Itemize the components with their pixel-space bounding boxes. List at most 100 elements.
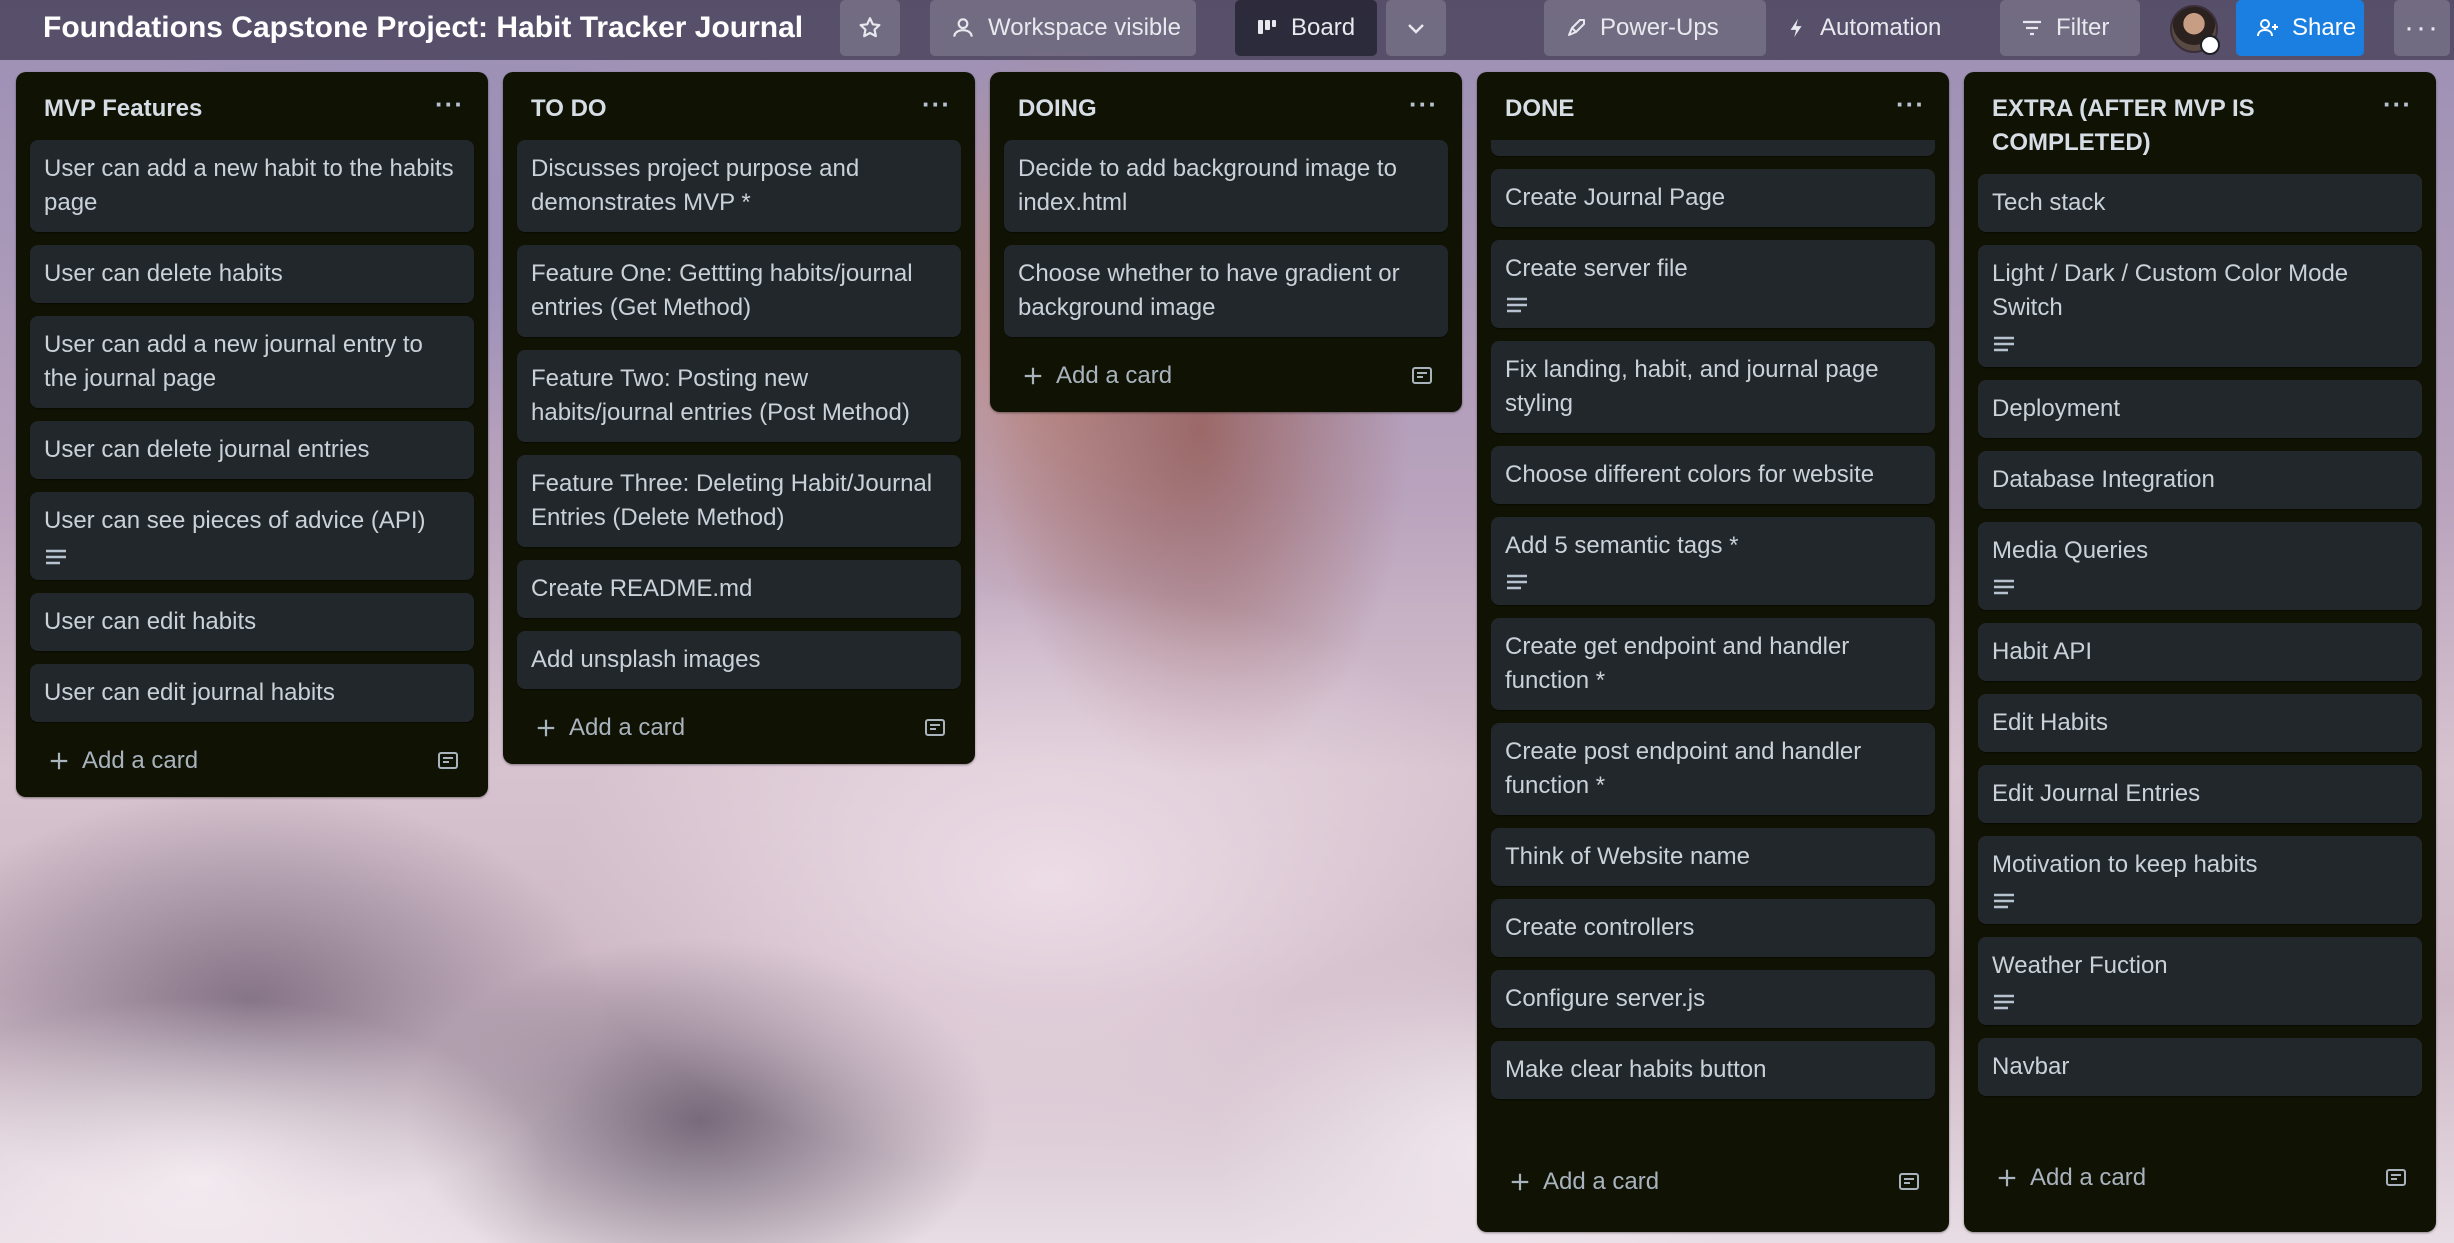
card[interactable]: User can add a new journal entry to the … xyxy=(30,316,474,408)
list-title[interactable]: TO DO xyxy=(531,95,607,122)
views-dropdown-button[interactable] xyxy=(1386,0,1446,56)
create-from-template-icon[interactable] xyxy=(2384,1167,2408,1189)
card[interactable]: Deployment xyxy=(1978,380,2422,438)
card[interactable]: Tech stack xyxy=(1978,174,2422,232)
card[interactable]: Weather Fuction xyxy=(1978,937,2422,1025)
workspace-visibility-button[interactable]: Workspace visible xyxy=(930,0,1196,56)
card[interactable]: Edit Journal Entries xyxy=(1978,765,2422,823)
list-header[interactable]: DONE ··· xyxy=(1491,72,1935,140)
card[interactable]: User can delete habits xyxy=(30,245,474,303)
create-from-template-icon[interactable] xyxy=(1897,1171,1921,1193)
list-menu-icon[interactable]: ··· xyxy=(435,91,464,117)
card-title: Feature Three: Deleting Habit/Journal En… xyxy=(531,470,933,531)
board-icon xyxy=(1258,20,1276,34)
card-title: User can edit journal habits xyxy=(44,679,335,706)
list-to-do[interactable]: TO DO ··· Discusses project purpose and de… xyxy=(503,72,975,764)
plus-icon xyxy=(50,752,68,770)
list-menu-icon[interactable]: ··· xyxy=(1409,91,1438,117)
board-view-button[interactable]: Board xyxy=(1235,0,1377,56)
card[interactable]: User can see pieces of advice (API) xyxy=(30,492,474,580)
list-cards-scroll[interactable]: Tech stack Light / Dark / Custom Color Mo… xyxy=(1978,174,2422,1152)
automation-button[interactable]: Automation xyxy=(1766,0,1966,56)
list-menu-icon[interactable]: ··· xyxy=(1896,91,1925,117)
add-card-button[interactable]: Add a card xyxy=(1996,1164,2146,1192)
card[interactable]: Feature Two: Posting new habits/journal … xyxy=(517,350,961,442)
card[interactable]: Configure server.js xyxy=(1491,970,1935,1028)
add-card-label: Add a card xyxy=(82,747,199,774)
card[interactable]: Create Journal Page xyxy=(1491,169,1935,227)
card[interactable]: Create post endpoint and handler functio… xyxy=(1491,723,1935,815)
card[interactable]: Motivation to keep habits xyxy=(1978,836,2422,924)
card[interactable]: Edit Habits xyxy=(1978,694,2422,752)
card[interactable]: Add 5 semantic tags * xyxy=(1491,517,1935,605)
card[interactable]: Create get endpoint and handler function… xyxy=(1491,618,1935,710)
card[interactable]: User can delete journal entries xyxy=(30,421,474,479)
card[interactable]: Habit API xyxy=(1978,623,2422,681)
list-title[interactable]: MVP Features xyxy=(44,95,202,122)
star-button[interactable] xyxy=(840,0,900,56)
card[interactable]: Media Queries xyxy=(1978,522,2422,610)
filter-icon xyxy=(2023,20,2041,36)
board-view-label: Board xyxy=(1291,14,1356,41)
card[interactable]: Create README.md xyxy=(517,560,961,618)
card[interactable]: Decide to add background image to index.… xyxy=(1004,140,1448,232)
card[interactable]: Fix landing, habit, and journal page sty… xyxy=(1491,341,1935,433)
card[interactable]: Add unsplash images xyxy=(517,631,961,689)
add-card-row: Add a card xyxy=(517,702,961,754)
share-button[interactable]: Share xyxy=(2236,0,2364,56)
card-title: Think of Website name xyxy=(1505,843,1751,870)
list-done[interactable]: DONE ··· Create Habit Tracker Page Create J… xyxy=(1477,72,1949,1232)
list-mvp-features[interactable]: MVP Features ··· User can add a new habit … xyxy=(16,72,488,797)
card-title: Feature One: Gettting habits/journal ent… xyxy=(531,260,913,321)
list-doing[interactable]: DOING ··· Decide to add background image t… xyxy=(990,72,1462,412)
chevron-down-icon xyxy=(1408,24,1424,34)
list-title[interactable]: DOING xyxy=(1018,95,1097,122)
card[interactable]: Light / Dark / Custom Color Mode Switch xyxy=(1978,245,2422,367)
card[interactable]: Choose different colors for website xyxy=(1491,446,1935,504)
list-title[interactable]: DONE xyxy=(1505,95,1574,122)
card[interactable]: Choose whether to have gradient or backg… xyxy=(1004,245,1448,337)
description-icon xyxy=(1507,297,1527,313)
list-header[interactable]: TO DO ··· xyxy=(517,72,961,140)
list-header[interactable]: MVP Features ··· xyxy=(30,72,474,140)
board-title[interactable]: Foundations Capstone Project: Habit Trac… xyxy=(43,11,803,45)
create-from-template-icon[interactable] xyxy=(1410,365,1434,387)
add-card-button[interactable]: Add a card xyxy=(535,714,685,742)
card[interactable]: Create controllers xyxy=(1491,899,1935,957)
list-menu-icon[interactable]: ··· xyxy=(2383,91,2412,117)
card[interactable]: Make clear habits button xyxy=(1491,1041,1935,1099)
card-title: Create get endpoint and handler function… xyxy=(1505,633,1850,694)
board-menu-button[interactable]: ··· xyxy=(2394,0,2450,56)
card-title: Navbar xyxy=(1992,1053,2070,1080)
add-card-button[interactable]: Add a card xyxy=(1509,1168,1659,1196)
card[interactable]: User can add a new habit to the habits p… xyxy=(30,140,474,232)
card[interactable]: Database Integration xyxy=(1978,451,2422,509)
card[interactable]: Discusses project purpose and demonstrat… xyxy=(517,140,961,232)
card[interactable]: Feature Three: Deleting Habit/Journal En… xyxy=(517,455,961,547)
filter-button[interactable]: Filter xyxy=(2000,0,2140,56)
list-extra-after-mvp-is-completed[interactable]: EXTRA (AFTER MVP IS COMPLETED) ··· Tech st… xyxy=(1964,72,2436,1232)
list-header[interactable]: EXTRA (AFTER MVP IS COMPLETED) ··· xyxy=(1978,72,2422,174)
card[interactable]: Create server file xyxy=(1491,240,1935,328)
card[interactable]: Create Habit Tracker Page xyxy=(1491,140,1935,156)
card[interactable]: Feature One: Gettting habits/journal ent… xyxy=(517,245,961,337)
create-from-template-icon[interactable] xyxy=(923,717,947,739)
add-card-button[interactable]: Add a card xyxy=(1022,362,1172,390)
card[interactable]: Think of Website name xyxy=(1491,828,1935,886)
add-card-button[interactable]: Add a card xyxy=(48,747,198,775)
list-menu-icon[interactable]: ··· xyxy=(922,91,951,117)
list-header[interactable]: DOING ··· xyxy=(1004,72,1448,140)
card[interactable]: Navbar xyxy=(1978,1038,2422,1096)
plus-icon xyxy=(1511,1173,1529,1191)
card[interactable]: User can edit habits xyxy=(30,593,474,651)
card-title: User can delete journal entries xyxy=(44,436,370,463)
power-ups-button[interactable]: Power-Ups xyxy=(1544,0,1766,56)
card[interactable]: User can edit journal habits xyxy=(30,664,474,722)
card-title: Choose different colors for website xyxy=(1505,461,1875,488)
member-avatar[interactable] xyxy=(2170,5,2220,55)
list-cards-scroll[interactable]: Create Habit Tracker Page Create Journal … xyxy=(1491,140,1935,1156)
create-from-template-icon[interactable] xyxy=(436,750,460,772)
card-title: User can add a new journal entry to the … xyxy=(44,331,423,392)
list-title[interactable]: EXTRA (AFTER MVP IS COMPLETED) xyxy=(1992,95,2255,156)
add-card-label: Add a card xyxy=(569,714,686,741)
